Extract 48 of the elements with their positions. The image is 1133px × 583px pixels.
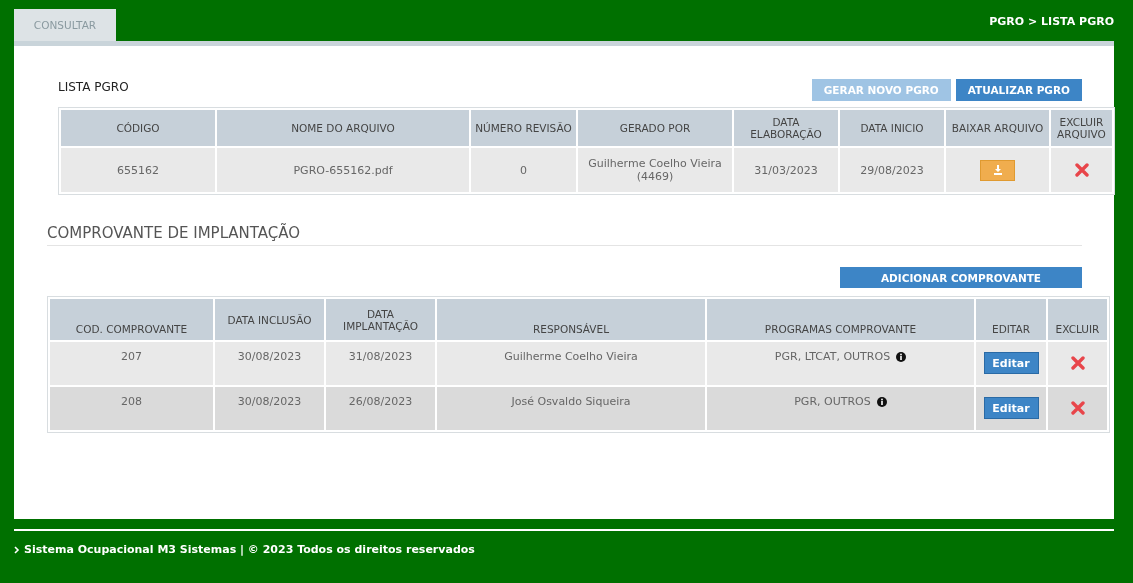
table-cell: 208 <box>50 387 213 430</box>
column-header: EXCLUIR ARQUIVO <box>1051 110 1112 146</box>
column-header: EXCLUIR <box>1048 299 1107 340</box>
table-cell: 655162 <box>61 148 215 192</box>
column-header: NOME DO ARQUIVO <box>217 110 469 146</box>
download-icon <box>992 165 1003 175</box>
column-header: COD. COMPROVANTE <box>50 299 213 340</box>
info-icon[interactable] <box>876 396 887 407</box>
action-button[interactable]: ATUALIZAR PGRO <box>955 79 1082 101</box>
footer-text: Sistema Ocupacional M3 Sistemas | © 2023 Todos os direitos reservados <box>24 543 475 556</box>
table-cell: 31/08/2023 <box>326 342 435 385</box>
download-button[interactable] <box>980 159 1015 181</box>
tab[interactable]: CONSULTAR <box>14 9 116 41</box>
table-cell: 30/08/2023 <box>215 387 324 430</box>
chevron-icon <box>14 545 20 554</box>
table-cell: 207 <box>50 342 213 385</box>
column-header: EDITAR <box>976 299 1046 340</box>
column-header: NÚMERO REVISÃO <box>471 110 576 146</box>
column-header: DATA ELABORAÇÃO <box>734 110 838 146</box>
delete-icon[interactable] <box>1070 356 1085 370</box>
edit-button[interactable]: Editar <box>983 397 1039 419</box>
column-header: DATA IMPLANTAÇÃO <box>326 299 435 340</box>
table-cell: 26/08/2023 <box>326 387 435 430</box>
table-cell: José Osvaldo Siqueira <box>437 387 705 430</box>
column-header: DATA INCLUSÃO <box>215 299 324 340</box>
edit-button[interactable]: Editar <box>983 352 1039 374</box>
delete-icon[interactable] <box>1074 163 1089 177</box>
info-icon[interactable] <box>896 351 907 362</box>
column-header: BAIXAR ARQUIVO <box>946 110 1049 146</box>
table-cell: Guilherme Coelho Vieira <box>437 342 705 385</box>
column-header: GERADO POR <box>578 110 732 146</box>
section-title: LISTA PGRO <box>58 80 129 94</box>
column-header: DATA INICIO <box>840 110 944 146</box>
table-cell: 31/03/2023 <box>734 148 838 192</box>
column-header: PROGRAMAS COMPROVANTE <box>707 299 974 340</box>
column-header: CÓDIGO <box>61 110 215 146</box>
table-cell: PGR, LTCAT, OUTROS <box>774 350 891 363</box>
column-header: RESPONSÁVEL <box>437 299 705 340</box>
table-cell: 0 <box>471 148 576 192</box>
add-button[interactable]: ADICIONAR COMPROVANTE <box>840 267 1082 288</box>
table-cell: 30/08/2023 <box>215 342 324 385</box>
breadcrumb: PGRO > LISTA PGRO <box>989 14 1114 28</box>
delete-icon[interactable] <box>1070 401 1085 415</box>
table-cell: Guilherme Coelho Vieira (4469) <box>578 148 732 192</box>
section-title: COMPROVANTE DE IMPLANTAÇÃO <box>47 224 1082 246</box>
table-cell: 29/08/2023 <box>840 148 944 192</box>
table-cell: PGRO-655162.pdf <box>217 148 469 192</box>
table-cell: PGR, OUTROS <box>794 395 871 408</box>
